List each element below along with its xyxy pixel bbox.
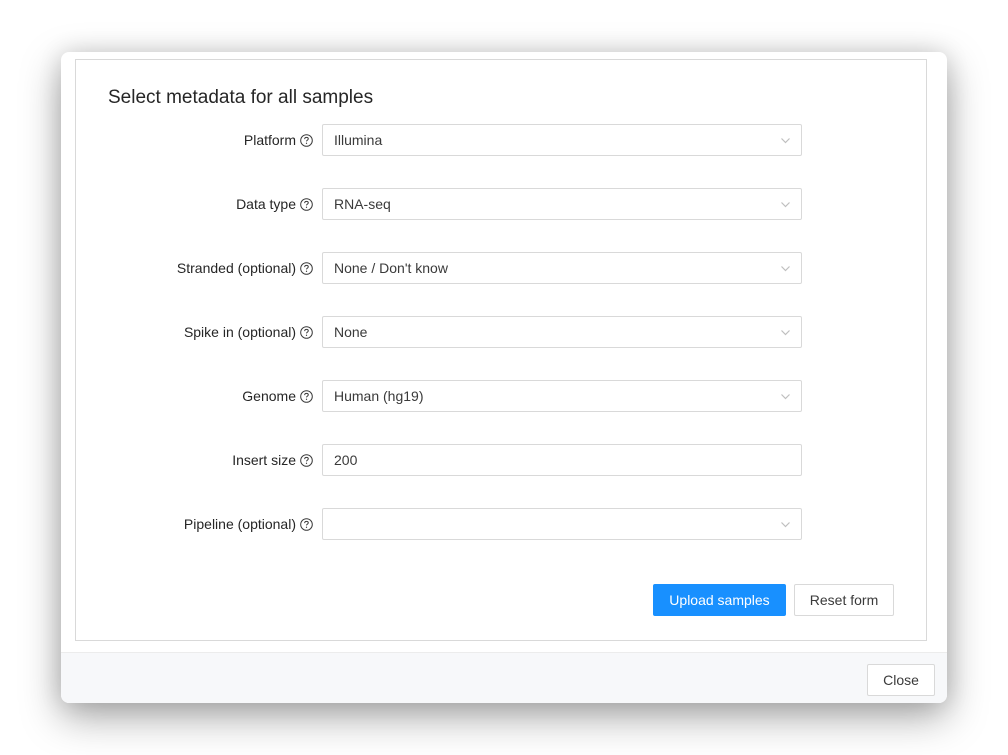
platform-label-text: Platform	[243, 132, 296, 148]
metadata-form-panel: Select metadata for all samples Platform…	[75, 59, 927, 641]
platform-label: Platform	[244, 124, 313, 156]
chevron-down-icon	[780, 199, 791, 210]
genome-label: Genome	[242, 380, 313, 412]
stranded-row: Stranded (optional) None / Don't know	[76, 252, 926, 284]
data-type-row: Data type RNA-seq	[76, 188, 926, 220]
reset-form-button[interactable]: Reset form	[794, 584, 894, 616]
spike-in-label: Spike in (optional)	[184, 316, 313, 348]
chevron-down-icon	[780, 135, 791, 146]
modal-footer: Close	[61, 652, 947, 703]
insert-size-row: Insert size	[76, 444, 926, 476]
chevron-down-icon	[780, 519, 791, 530]
genome-label-text: Genome	[242, 388, 296, 404]
data-type-label-text: Data type	[236, 196, 296, 212]
insert-size-label: Insert size	[232, 444, 313, 476]
pipeline-label-text: Pipeline (optional)	[183, 516, 296, 532]
spike-in-select-value: None	[334, 324, 368, 340]
insert-size-input[interactable]	[322, 444, 802, 476]
spike-in-select[interactable]: None	[322, 316, 802, 348]
data-type-label: Data type	[236, 188, 313, 220]
pipeline-row: Pipeline (optional)	[76, 508, 926, 540]
question-circle-icon[interactable]	[300, 453, 313, 467]
platform-select-value: Illumina	[334, 132, 383, 148]
stranded-label-text: Stranded (optional)	[176, 260, 296, 276]
pipeline-select[interactable]	[322, 508, 802, 540]
chevron-down-icon	[780, 263, 791, 274]
stranded-label: Stranded (optional)	[177, 252, 313, 284]
platform-select[interactable]: Illumina	[322, 124, 802, 156]
question-circle-icon[interactable]	[300, 325, 313, 339]
platform-row: Platform Illumina	[76, 124, 926, 156]
stranded-select-value: None / Don't know	[334, 260, 448, 276]
question-circle-icon[interactable]	[300, 517, 313, 531]
chevron-down-icon	[780, 327, 791, 338]
genome-row: Genome Human (hg19)	[76, 380, 926, 412]
data-type-select[interactable]: RNA-seq	[322, 188, 802, 220]
question-circle-icon[interactable]	[300, 389, 313, 403]
insert-size-label-text: Insert size	[232, 452, 296, 468]
modal-dialog: Select metadata for all samples Platform…	[61, 52, 947, 703]
question-circle-icon[interactable]	[300, 197, 313, 211]
data-type-select-value: RNA-seq	[334, 196, 391, 212]
upload-samples-button[interactable]: Upload samples	[653, 584, 786, 616]
genome-select[interactable]: Human (hg19)	[322, 380, 802, 412]
spike-in-label-text: Spike in (optional)	[183, 324, 296, 340]
pipeline-label: Pipeline (optional)	[184, 508, 313, 540]
spike-in-row: Spike in (optional) None	[76, 316, 926, 348]
stranded-select[interactable]: None / Don't know	[322, 252, 802, 284]
close-button[interactable]: Close	[867, 664, 935, 696]
question-circle-icon[interactable]	[300, 261, 313, 275]
form-title: Select metadata for all samples	[108, 87, 374, 108]
chevron-down-icon	[780, 391, 791, 402]
genome-select-value: Human (hg19)	[334, 388, 424, 404]
question-circle-icon[interactable]	[300, 133, 313, 147]
